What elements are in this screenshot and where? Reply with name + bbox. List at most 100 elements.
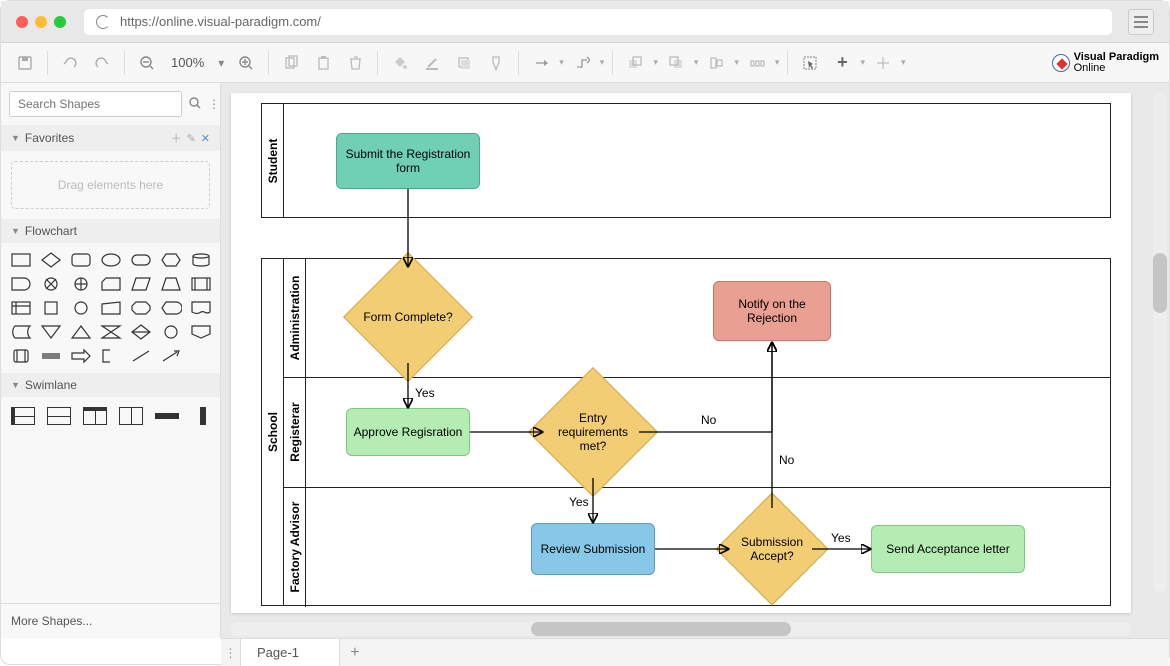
node-entry-met[interactable]: Entry requirements met? (547, 386, 639, 478)
node-notify-reject[interactable]: Notify on the Rejection (713, 281, 831, 341)
close-favorite-icon[interactable]: ✕ (201, 132, 210, 145)
add-page-button[interactable]: + (340, 639, 370, 666)
zoom-out-button[interactable] (133, 49, 161, 77)
shape-document[interactable] (189, 299, 213, 317)
shape-rect[interactable] (9, 251, 33, 269)
shape-merge[interactable] (39, 323, 63, 341)
search-icon[interactable] (188, 96, 202, 113)
zoom-dropdown-icon[interactable]: ▾ (214, 49, 228, 77)
add-favorite-icon[interactable]: ＋ (171, 130, 182, 146)
node-send-letter[interactable]: Send Acceptance letter (871, 525, 1025, 573)
line-color-button[interactable] (418, 49, 446, 77)
brand-logo[interactable]: Visual ParadigmOnline (1052, 52, 1159, 74)
maximize-window-icon[interactable] (54, 16, 66, 28)
horizontal-scrollbar[interactable] (231, 622, 1131, 636)
connector-button[interactable] (527, 49, 555, 77)
edit-favorite-icon[interactable]: ✎ (187, 132, 196, 145)
browser-menu-button[interactable] (1128, 9, 1154, 35)
swimlane-panel-header[interactable]: ▼ Swimlane (1, 373, 220, 397)
shape-connector[interactable] (159, 323, 183, 341)
vertical-scrollbar[interactable] (1153, 93, 1167, 593)
zoom-in-button[interactable] (232, 49, 260, 77)
node-approve[interactable]: Approve Regisration (346, 408, 470, 456)
shape-parallelogram[interactable] (129, 275, 153, 293)
to-back-button[interactable] (662, 49, 690, 77)
node-submit[interactable]: Submit the Registration form (336, 133, 480, 189)
close-window-icon[interactable] (16, 16, 28, 28)
url-bar[interactable]: https://online.visual-paradigm.com/ (84, 9, 1112, 35)
reload-icon[interactable] (96, 15, 110, 29)
canvas[interactable]: Student School Administration Registerar… (221, 83, 1169, 638)
add-button[interactable]: + (828, 49, 856, 77)
distribute-button[interactable] (743, 49, 771, 77)
undo-button[interactable] (56, 49, 84, 77)
node-form-complete[interactable]: Form Complete? (362, 271, 454, 363)
shape-collate[interactable] (99, 323, 123, 341)
node-form-complete-label: Form Complete? (362, 310, 454, 324)
shape-hbar[interactable] (155, 413, 179, 419)
shape-stored[interactable] (9, 323, 33, 341)
shape-diamond[interactable] (39, 251, 63, 269)
tab-grip[interactable]: ⋮ (221, 639, 241, 666)
shape-offpage[interactable] (189, 323, 213, 341)
minimize-window-icon[interactable] (35, 16, 47, 28)
save-button[interactable] (11, 49, 39, 77)
paste-button[interactable] (309, 49, 337, 77)
shape-sort[interactable] (129, 323, 153, 341)
shape-internal[interactable] (9, 299, 33, 317)
shape-ellipse[interactable] (99, 251, 123, 269)
shape-or[interactable] (69, 275, 93, 293)
search-shapes-input[interactable] (9, 91, 182, 117)
shape-annotation[interactable] (99, 347, 123, 365)
zoom-level[interactable]: 100% (165, 55, 210, 70)
coords-button[interactable] (869, 49, 897, 77)
shape-hlane[interactable] (47, 407, 71, 425)
page-tab-1[interactable]: Page-1 (241, 639, 340, 666)
shape-extract[interactable] (69, 323, 93, 341)
shape-directdata[interactable] (9, 347, 33, 365)
shape-cylinder[interactable] (189, 251, 213, 269)
more-shapes-button[interactable]: More Shapes... (1, 603, 220, 638)
favorites-dropzone[interactable]: Drag elements here (11, 161, 210, 209)
node-sub-accept[interactable]: Submission Accept? (732, 509, 812, 589)
shape-line[interactable] (129, 347, 153, 365)
shape-arrow[interactable] (69, 347, 93, 365)
shape-vlane-pool[interactable] (83, 407, 107, 425)
align-button[interactable] (702, 49, 730, 77)
shape-predef[interactable] (189, 275, 213, 293)
redo-button[interactable] (88, 49, 116, 77)
fill-button[interactable] (386, 49, 414, 77)
shape-roundrect[interactable] (69, 251, 93, 269)
shape-delay[interactable] (9, 275, 33, 293)
to-front-button[interactable] (621, 49, 649, 77)
shadow-button[interactable] (450, 49, 478, 77)
shape-display[interactable] (159, 299, 183, 317)
copy-button[interactable] (277, 49, 305, 77)
shape-sum[interactable] (39, 275, 63, 293)
shape-vlane[interactable] (119, 407, 143, 425)
favorites-panel-header[interactable]: ▼ Favorites ＋ ✎ ✕ (1, 125, 220, 151)
pool-school-title: School (266, 412, 280, 452)
shape-tape[interactable] (39, 347, 63, 365)
shape-circle[interactable] (69, 299, 93, 317)
shape-manual[interactable] (99, 299, 123, 317)
format-painter-button[interactable] (482, 49, 510, 77)
shape-trap[interactable] (159, 275, 183, 293)
shape-hlane-pool[interactable] (11, 407, 35, 425)
shape-hexagon[interactable] (159, 251, 183, 269)
delete-button[interactable] (341, 49, 369, 77)
shape-card[interactable] (99, 275, 123, 293)
flowchart-panel-header[interactable]: ▼ Flowchart (1, 219, 220, 243)
shape-terminator[interactable] (129, 251, 153, 269)
shape-arrow-line[interactable] (159, 347, 183, 365)
pool-student-title: Student (266, 138, 280, 183)
shape-square[interactable] (39, 299, 63, 317)
node-review[interactable]: Review Submission (531, 523, 655, 575)
shape-vbar[interactable] (200, 407, 206, 425)
browser-chrome: https://online.visual-paradigm.com/ (1, 1, 1169, 43)
more-icon[interactable]: ⋮ (208, 97, 220, 111)
waypoint-button[interactable] (568, 49, 596, 77)
shape-loop[interactable] (129, 299, 153, 317)
drawing-page[interactable]: Student School Administration Registerar… (231, 93, 1131, 613)
select-button[interactable] (796, 49, 824, 77)
